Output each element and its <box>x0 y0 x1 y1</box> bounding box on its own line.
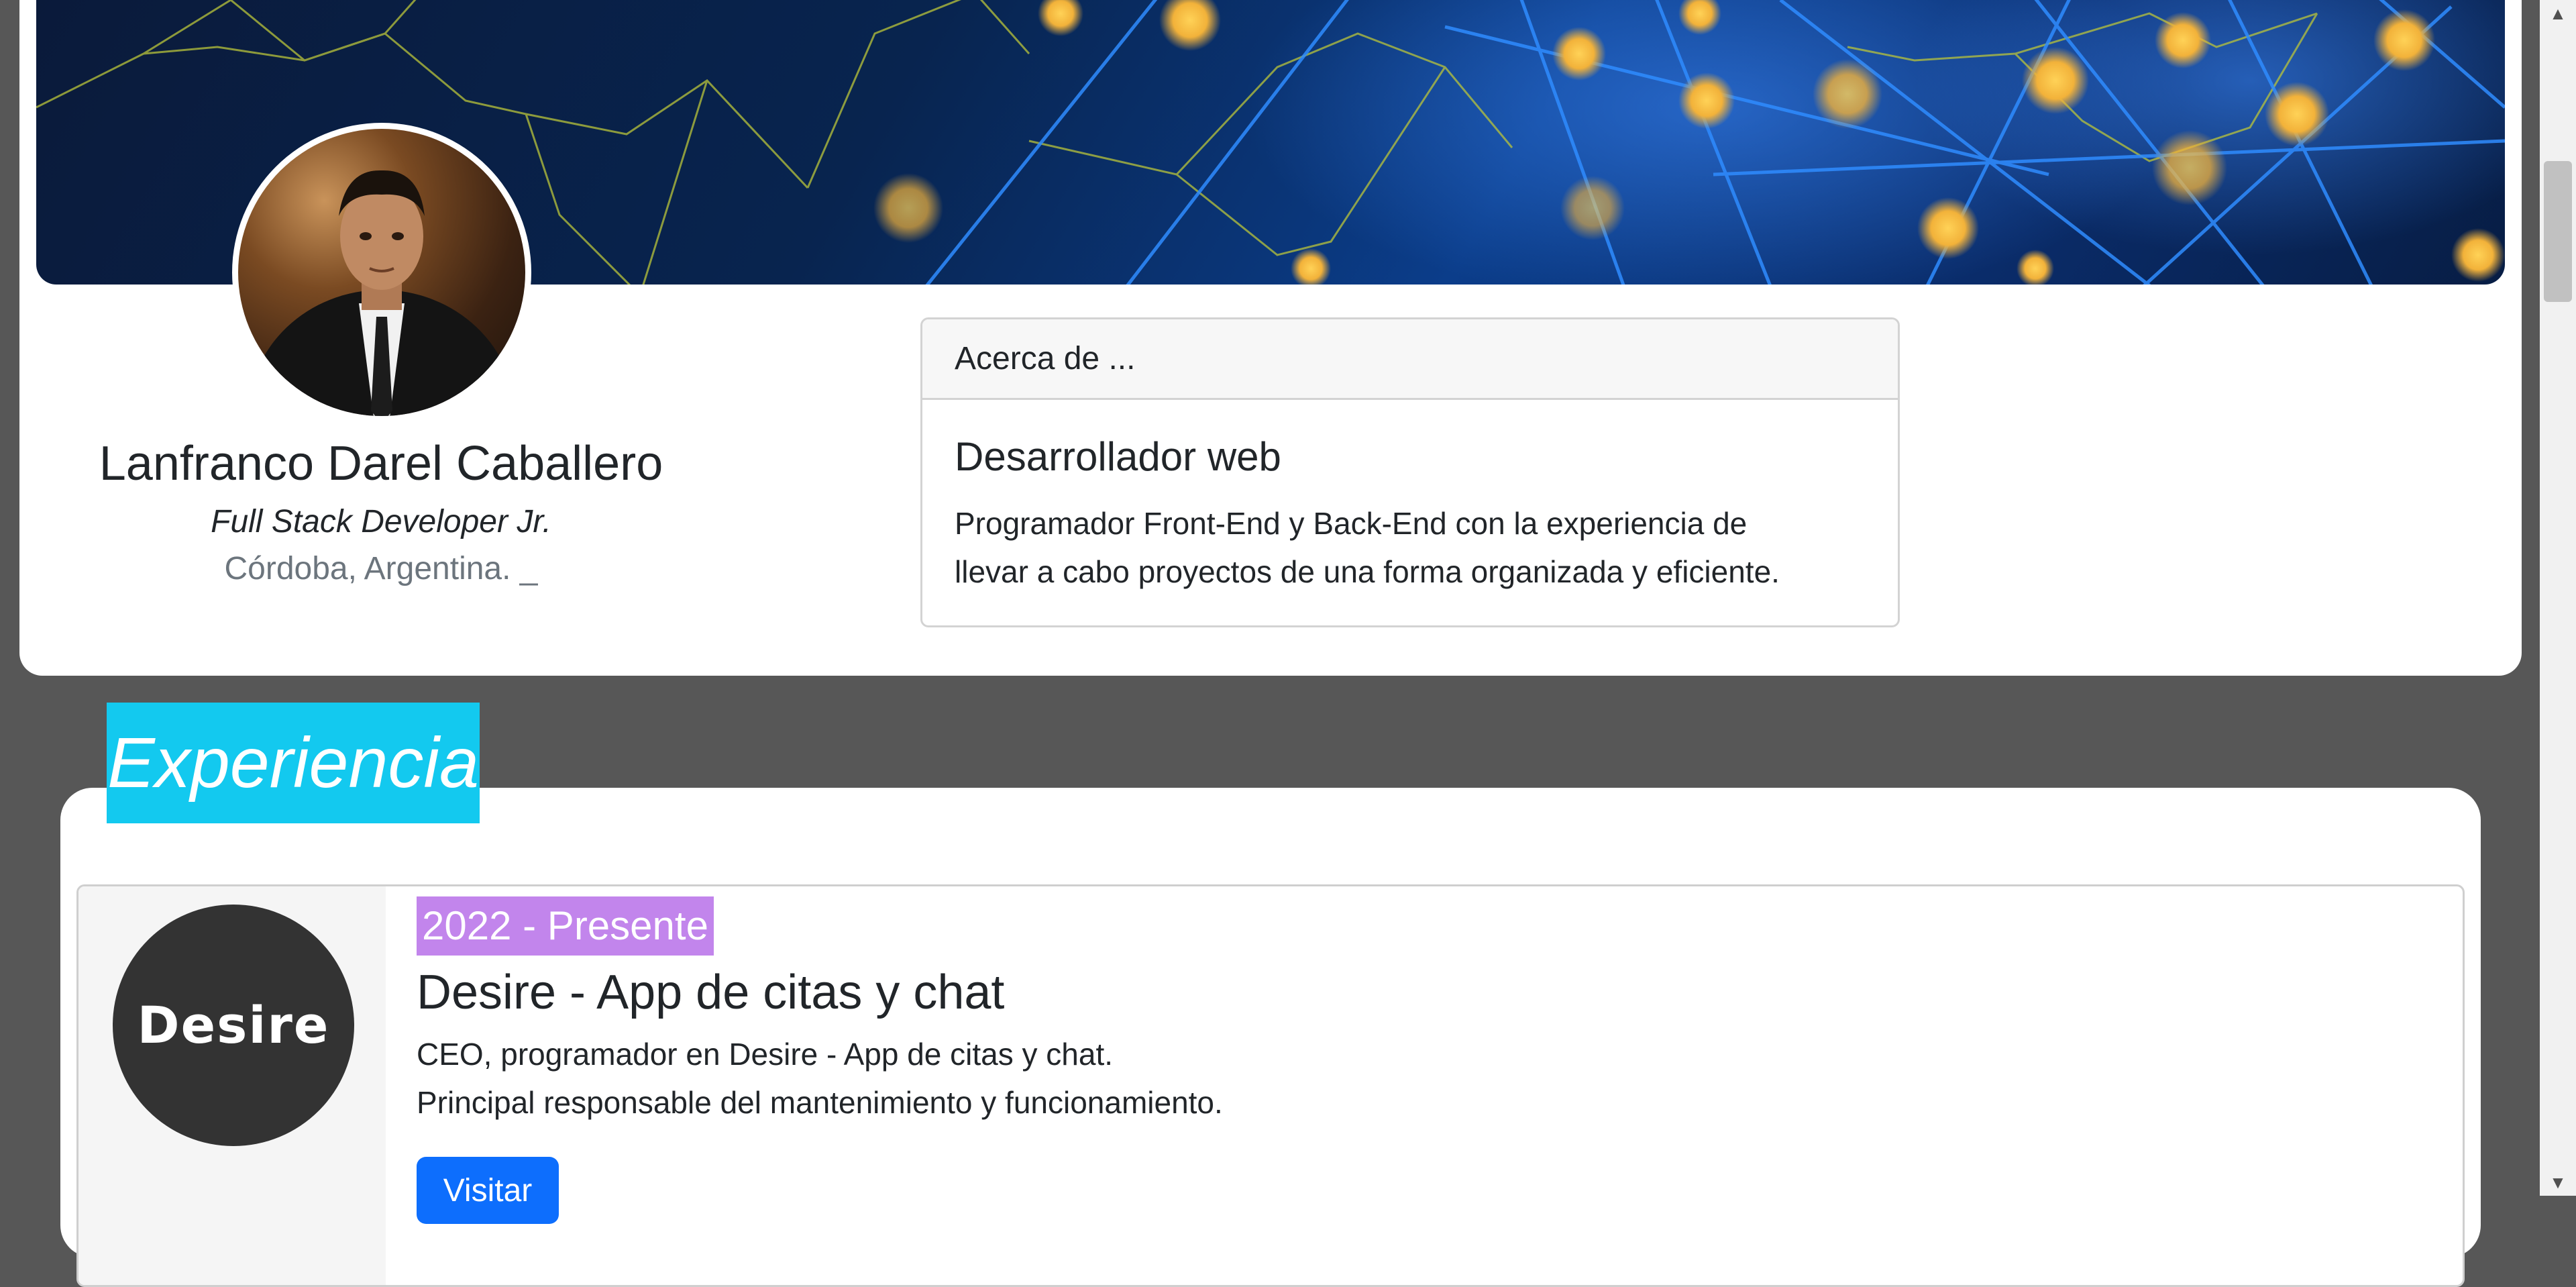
experience-description: CEO, programador en Desire - App de cita… <box>417 1030 1223 1127</box>
experience-date-badge: 2022 - Presente <box>417 896 714 956</box>
about-text-line: Programador Front-End y Back-End con la … <box>955 506 1748 541</box>
profile-location: Córdoba, Argentina. _ <box>224 551 538 586</box>
scrollbar-thumb[interactable] <box>2544 161 2572 302</box>
experience-logo-column: Desire <box>78 886 386 1285</box>
about-card-header: Acerca de ... <box>922 319 1898 400</box>
profile-photo <box>238 129 525 416</box>
scroll-up-icon[interactable]: ▲ <box>2540 0 2576 27</box>
about-title: Desarrollador web <box>955 434 1281 479</box>
page-scrollbar[interactable]: ▲ ▼ <box>2540 0 2576 1196</box>
desire-logo: Desire <box>113 905 354 1146</box>
profile-avatar <box>232 123 531 422</box>
about-card: Acerca de ... Desarrollador web Programa… <box>920 317 1900 627</box>
experience-description-line: Principal responsable del mantenimiento … <box>417 1085 1223 1120</box>
about-text: Programador Front-End y Back-End con la … <box>955 499 1854 596</box>
experience-title: Desire - App de citas y chat <box>417 966 1005 1019</box>
profile-role: Full Stack Developer Jr. <box>211 504 551 539</box>
visit-button[interactable]: Visitar <box>417 1157 559 1224</box>
about-text-line: llevar a cabo proyectos de una forma org… <box>955 554 1780 589</box>
experience-section-title: Experiencia <box>107 703 480 823</box>
scroll-down-icon[interactable]: ▼ <box>2540 1169 2576 1196</box>
profile-name: Lanfranco Darel Caballero <box>99 437 663 491</box>
experience-description-line: CEO, programador en Desire - App de cita… <box>417 1037 1114 1072</box>
